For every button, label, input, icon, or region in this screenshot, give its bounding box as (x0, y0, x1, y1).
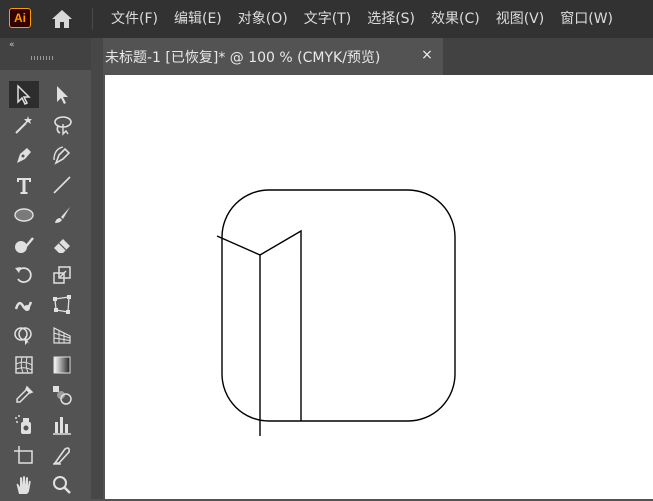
line-tool[interactable] (47, 171, 77, 198)
ellipse-icon (14, 207, 34, 222)
curvature-tool[interactable] (47, 141, 77, 168)
curvature-pen-icon (53, 145, 71, 165)
close-icon[interactable]: × (420, 48, 434, 62)
menu-effect[interactable]: 效果(C) (423, 0, 488, 38)
blend-icon (53, 385, 72, 405)
paintbrush-tool[interactable] (47, 201, 77, 228)
magic-wand-icon (15, 115, 32, 134)
document-tab[interactable]: 未标题-1 [已恢复]* @ 100 % (CMYK/预览) × (103, 38, 443, 75)
magnifier-icon (53, 475, 71, 494)
artboard-canvas[interactable] (105, 75, 653, 499)
home-icon[interactable] (50, 8, 74, 30)
white-arrow-icon (57, 85, 68, 104)
perspective-grid-tool[interactable] (47, 321, 77, 348)
tools-panel: « (0, 38, 92, 499)
shaper-tool[interactable] (9, 231, 39, 258)
menu-object[interactable]: 对象(O) (230, 0, 296, 38)
knife-icon (53, 446, 70, 465)
artwork[interactable] (105, 75, 653, 499)
lasso-tool[interactable] (47, 111, 77, 138)
document-tab-bar: 未标题-1 [已恢复]* @ 100 % (CMYK/预览) × (103, 38, 653, 75)
path-shape-left[interactable] (216, 235, 261, 436)
scale-icon (53, 265, 71, 284)
direct-selection-tool[interactable] (47, 81, 77, 108)
collapse-icon[interactable]: « (9, 40, 15, 50)
menu-bar: Ai 文件(F) 编辑(E) 对象(O) 文字(T) 选择(S) 效果(C) 视… (0, 0, 653, 38)
menu-divider (92, 8, 93, 30)
menu-view[interactable]: 视图(V) (488, 0, 553, 38)
tools-panel-header: « (0, 38, 92, 70)
brush-icon (55, 206, 70, 223)
rounded-rectangle-shape[interactable] (221, 189, 456, 422)
path-shape-right[interactable] (259, 229, 302, 421)
hand-icon (16, 475, 31, 494)
warp-tool[interactable] (9, 291, 39, 318)
ellipse-tool[interactable] (9, 201, 39, 228)
panel-grip[interactable] (31, 56, 55, 60)
shape-builder-icon (14, 326, 32, 345)
menu-edit[interactable]: 编辑(E) (166, 0, 230, 38)
free-transform-icon (53, 294, 71, 314)
warp-icon (14, 301, 33, 311)
bar-graph-icon (53, 416, 71, 435)
perspective-icon (53, 326, 71, 344)
shaper-icon (15, 236, 34, 253)
shape-builder-tool[interactable] (9, 321, 39, 348)
hand-tool[interactable] (9, 471, 39, 498)
type-icon (17, 177, 31, 194)
artboard-icon (14, 445, 33, 464)
tool-grid (9, 81, 85, 501)
spray-icon (15, 414, 31, 434)
app-logo: Ai (9, 8, 31, 28)
eyedropper-tool[interactable] (9, 381, 39, 408)
selection-tool[interactable] (9, 81, 39, 108)
eraser-tool[interactable] (47, 231, 77, 258)
menu-select[interactable]: 选择(S) (359, 0, 423, 38)
mesh-icon (15, 355, 33, 374)
document-title: 未标题-1 [已恢复]* @ 100 % (CMYK/预览) (105, 49, 381, 66)
free-transform-tool[interactable] (47, 291, 77, 318)
symbol-sprayer-tool[interactable] (9, 411, 39, 438)
line-icon (53, 175, 71, 194)
lasso-icon (54, 115, 72, 136)
gradient-tool[interactable] (47, 351, 77, 378)
eraser-icon (54, 238, 70, 253)
panel-edge (91, 38, 103, 499)
pen-icon (17, 147, 31, 163)
artboard-tool[interactable] (9, 441, 39, 468)
arrow-icon (17, 83, 31, 105)
column-graph-tool[interactable] (47, 411, 77, 438)
type-tool[interactable] (9, 171, 39, 198)
pen-tool[interactable] (9, 141, 39, 168)
zoom-tool[interactable] (47, 471, 77, 498)
menu-window[interactable]: 窗口(W) (552, 0, 621, 38)
menu-file[interactable]: 文件(F) (103, 0, 166, 38)
magic-wand-tool[interactable] (9, 111, 39, 138)
slice-tool[interactable] (47, 441, 77, 468)
menu-items: 文件(F) 编辑(E) 对象(O) 文字(T) 选择(S) 效果(C) 视图(V… (103, 0, 621, 38)
blend-tool[interactable] (47, 381, 77, 408)
menu-type[interactable]: 文字(T) (296, 0, 359, 38)
mesh-tool[interactable] (9, 351, 39, 378)
eyedropper-icon (16, 385, 34, 403)
scale-tool[interactable] (47, 261, 77, 288)
rotate-icon (15, 266, 32, 283)
gradient-icon (53, 356, 71, 373)
rotate-tool[interactable] (9, 261, 39, 288)
